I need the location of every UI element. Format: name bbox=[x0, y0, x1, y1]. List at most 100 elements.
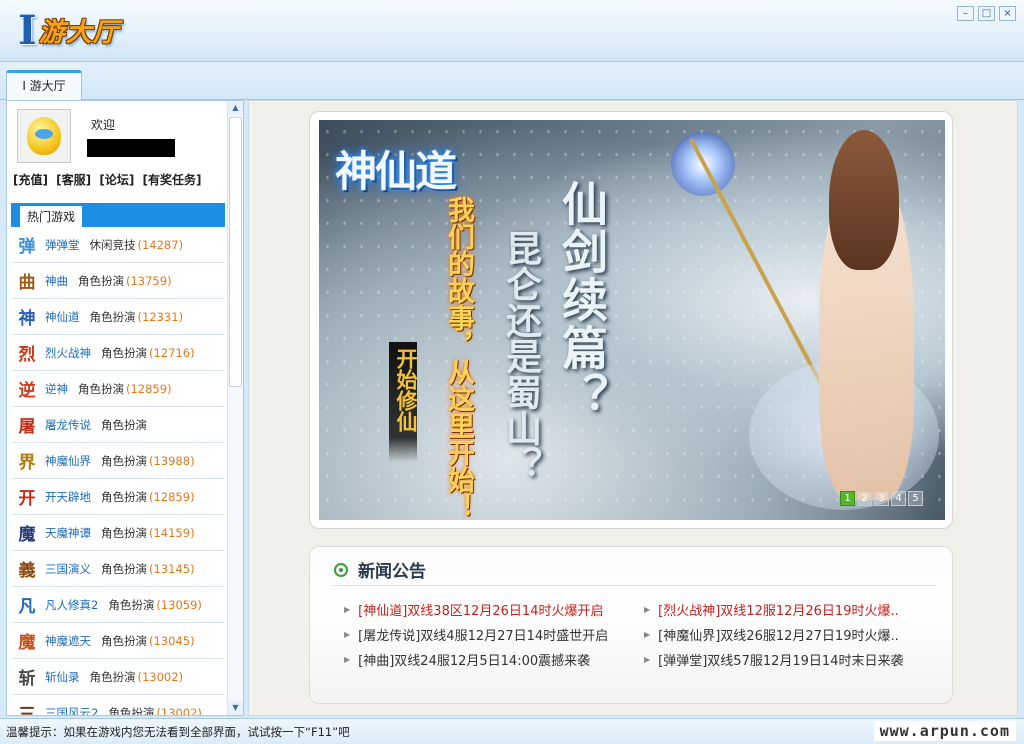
sidebar-scrollbar[interactable]: ▲ ▼ bbox=[227, 101, 243, 715]
welcome-label: 欢迎 bbox=[91, 118, 116, 132]
tab-lobby[interactable]: I 游大厅 bbox=[6, 70, 82, 101]
game-type: 角色扮演 bbox=[78, 381, 124, 396]
close-button[interactable]: × bbox=[999, 6, 1016, 21]
game-list-item[interactable]: 魔天魔神谭 角色扮演 (14159) bbox=[11, 515, 225, 551]
scroll-down-arrow-icon[interactable]: ▼ bbox=[228, 701, 243, 715]
game-list-item[interactable]: 屠屠龙传说 角色扮演 bbox=[11, 407, 225, 443]
game-list-item[interactable]: 神神仙道 角色扮演 (12331) bbox=[11, 299, 225, 335]
bullet-arrow-icon: ▶ bbox=[344, 630, 351, 639]
news-link[interactable]: [神曲]双线24服12月5日14:00震撼来袭 bbox=[358, 650, 590, 669]
banner-page-5[interactable]: 5 bbox=[908, 491, 923, 506]
game-type: 角色扮演 bbox=[101, 345, 147, 360]
recharge-link[interactable]: [充值] bbox=[13, 173, 48, 187]
game-list-item[interactable]: 开开天辟地 角色扮演 (12859) bbox=[11, 479, 225, 515]
game-list-item[interactable]: 弹弹弹堂 休闲竞技 (14287) bbox=[11, 227, 225, 263]
news-item[interactable]: ▶ [弹弹堂]双线57服12月19日14时末日来袭 bbox=[644, 647, 944, 672]
maximize-button[interactable]: □ bbox=[978, 6, 995, 21]
game-name[interactable]: 神曲 bbox=[45, 273, 68, 289]
banner-pager: 12345 bbox=[840, 491, 923, 506]
news-link[interactable]: [神仙道]双线38区12月26日14时火爆开启 bbox=[358, 600, 603, 619]
bullet-arrow-icon: ▶ bbox=[344, 605, 351, 614]
game-name[interactable]: 斩仙录 bbox=[45, 669, 80, 685]
game-icon: 魔 bbox=[18, 633, 36, 653]
game-icon: 界 bbox=[18, 453, 36, 473]
game-icon: 开 bbox=[18, 489, 36, 509]
news-link[interactable]: [烈火战神]双线12服12月26日19时火爆.. bbox=[658, 600, 899, 619]
game-player-count: (14159) bbox=[149, 525, 195, 540]
scroll-thumb[interactable] bbox=[229, 117, 242, 387]
game-name[interactable]: 神魔遮天 bbox=[45, 633, 91, 649]
news-item[interactable]: ▶ [神仙道]双线38区12月26日14时火爆开启 bbox=[344, 597, 644, 622]
window-controls: – □ × bbox=[957, 6, 1016, 21]
game-list-item[interactable]: 凡凡人修真2 角色扮演 (13059) bbox=[11, 587, 225, 623]
news-link[interactable]: [屠龙传说]双线4服12月27日14时盛世开启 bbox=[358, 625, 608, 644]
game-name[interactable]: 神魔仙界 bbox=[45, 453, 91, 469]
minimize-button[interactable]: – bbox=[957, 6, 974, 21]
banner-game-logo: 神仙道 bbox=[335, 147, 457, 196]
logo-text: 游大厅 bbox=[38, 17, 120, 48]
banner-slogan-third: 我们的故事，从这里开始！ bbox=[443, 196, 474, 520]
game-list-item[interactable]: 三三国风云2 角色扮演 (13002) bbox=[11, 695, 225, 716]
game-list-item[interactable]: 曲神曲 角色扮演 (13759) bbox=[11, 263, 225, 299]
news-link[interactable]: [弹弹堂]双线57服12月19日14时末日来袭 bbox=[658, 650, 903, 669]
game-player-count: (13002) bbox=[137, 669, 184, 684]
avatar[interactable] bbox=[17, 109, 71, 163]
news-title: 新闻公告 bbox=[358, 562, 426, 582]
bullet-arrow-icon: ▶ bbox=[644, 630, 651, 639]
banner-page-2[interactable]: 2 bbox=[857, 491, 872, 506]
game-name[interactable]: 烈火战神 bbox=[45, 345, 91, 361]
game-name[interactable]: 三国演义 bbox=[45, 561, 91, 577]
game-icon: 斩 bbox=[18, 669, 36, 689]
character-hair bbox=[829, 130, 899, 270]
promo-banner[interactable]: 神仙道 仙剑续篇？ 昆仑还是蜀山？ 我们的故事，从这里开始！ 开始修仙 1234… bbox=[319, 120, 945, 520]
news-item[interactable]: ▶ [神魔仙界]双线26服12月27日19时火爆.. bbox=[644, 622, 944, 647]
reward-tasks-link[interactable]: [有奖任务] bbox=[143, 173, 202, 187]
news-link[interactable]: [神魔仙界]双线26服12月27日19时火爆.. bbox=[658, 625, 899, 644]
news-card: 新闻公告 ▶ [神仙道]双线38区12月26日14时火爆开启 ▶ [屠龙传说]双线4服… bbox=[309, 546, 953, 704]
game-list-item[interactable]: 義三国演义 角色扮演 (13145) bbox=[11, 551, 225, 587]
game-type: 角色扮演 bbox=[108, 705, 155, 716]
title-bar: I 游大厅 – □ × bbox=[0, 0, 1024, 62]
game-name[interactable]: 开天辟地 bbox=[45, 489, 91, 505]
game-list-item[interactable]: 界神魔仙界 角色扮演 (13988) bbox=[11, 443, 225, 479]
game-list-item[interactable]: 魔神魔遮天 角色扮演 (13045) bbox=[11, 623, 225, 659]
tab-hot-games[interactable]: 热门游戏 bbox=[19, 205, 83, 227]
tab-bar: I 游大厅 bbox=[0, 62, 1024, 101]
game-player-count: (13045) bbox=[149, 633, 195, 648]
game-name[interactable]: 屠龙传说 bbox=[45, 417, 91, 433]
game-type: 角色扮演 bbox=[101, 561, 147, 576]
news-item[interactable]: ▶ [屠龙传说]双线4服12月27日14时盛世开启 bbox=[344, 622, 644, 647]
game-list-item[interactable]: 斩斩仙录 角色扮演 (13002) bbox=[11, 659, 225, 695]
game-player-count: (12331) bbox=[137, 309, 184, 324]
game-player-count: (12859) bbox=[149, 489, 195, 504]
banner-page-4[interactable]: 4 bbox=[891, 491, 906, 506]
quick-links: [充值] [客服] [论坛] [有奖任务] bbox=[13, 171, 206, 188]
game-list-item[interactable]: 逆逆神 角色扮演 (12859) bbox=[11, 371, 225, 407]
game-type: 休闲竞技 bbox=[89, 237, 136, 252]
scroll-up-arrow-icon[interactable]: ▲ bbox=[228, 101, 243, 115]
game-type: 角色扮演 bbox=[101, 453, 147, 468]
banner-page-1[interactable]: 1 bbox=[840, 491, 855, 506]
divider bbox=[332, 585, 936, 586]
banner-page-3[interactable]: 3 bbox=[874, 491, 889, 506]
game-name[interactable]: 神仙道 bbox=[45, 309, 80, 325]
avatar-icon bbox=[27, 117, 61, 155]
game-name[interactable]: 逆神 bbox=[45, 381, 68, 397]
banner-slogan-main: 仙剑续篇？ bbox=[555, 180, 609, 420]
support-link[interactable]: [客服] bbox=[56, 173, 91, 187]
news-item[interactable]: ▶ [神曲]双线24服12月5日14:00震撼来袭 bbox=[344, 647, 644, 672]
news-globe-icon bbox=[334, 562, 348, 577]
news-column-left: ▶ [神仙道]双线38区12月26日14时火爆开启 ▶ [屠龙传说]双线4服12月27… bbox=[344, 597, 644, 672]
game-name[interactable]: 三国风云2 bbox=[45, 705, 98, 716]
game-name[interactable]: 天魔神谭 bbox=[45, 525, 91, 541]
character-figure bbox=[749, 130, 939, 510]
game-player-count: (14287) bbox=[137, 237, 184, 252]
game-type: 角色扮演 bbox=[89, 669, 136, 684]
bullet-arrow-icon: ▶ bbox=[644, 605, 651, 614]
news-item[interactable]: ▶ [烈火战神]双线12服12月26日19时火爆.. bbox=[644, 597, 944, 622]
game-list-item[interactable]: 烈烈火战神 角色扮演 (12716) bbox=[11, 335, 225, 371]
watermark: www.arpun.com bbox=[873, 721, 1016, 741]
game-name[interactable]: 凡人修真2 bbox=[45, 597, 98, 613]
forum-link[interactable]: [论坛] bbox=[99, 173, 134, 187]
game-name[interactable]: 弹弹堂 bbox=[45, 237, 80, 253]
